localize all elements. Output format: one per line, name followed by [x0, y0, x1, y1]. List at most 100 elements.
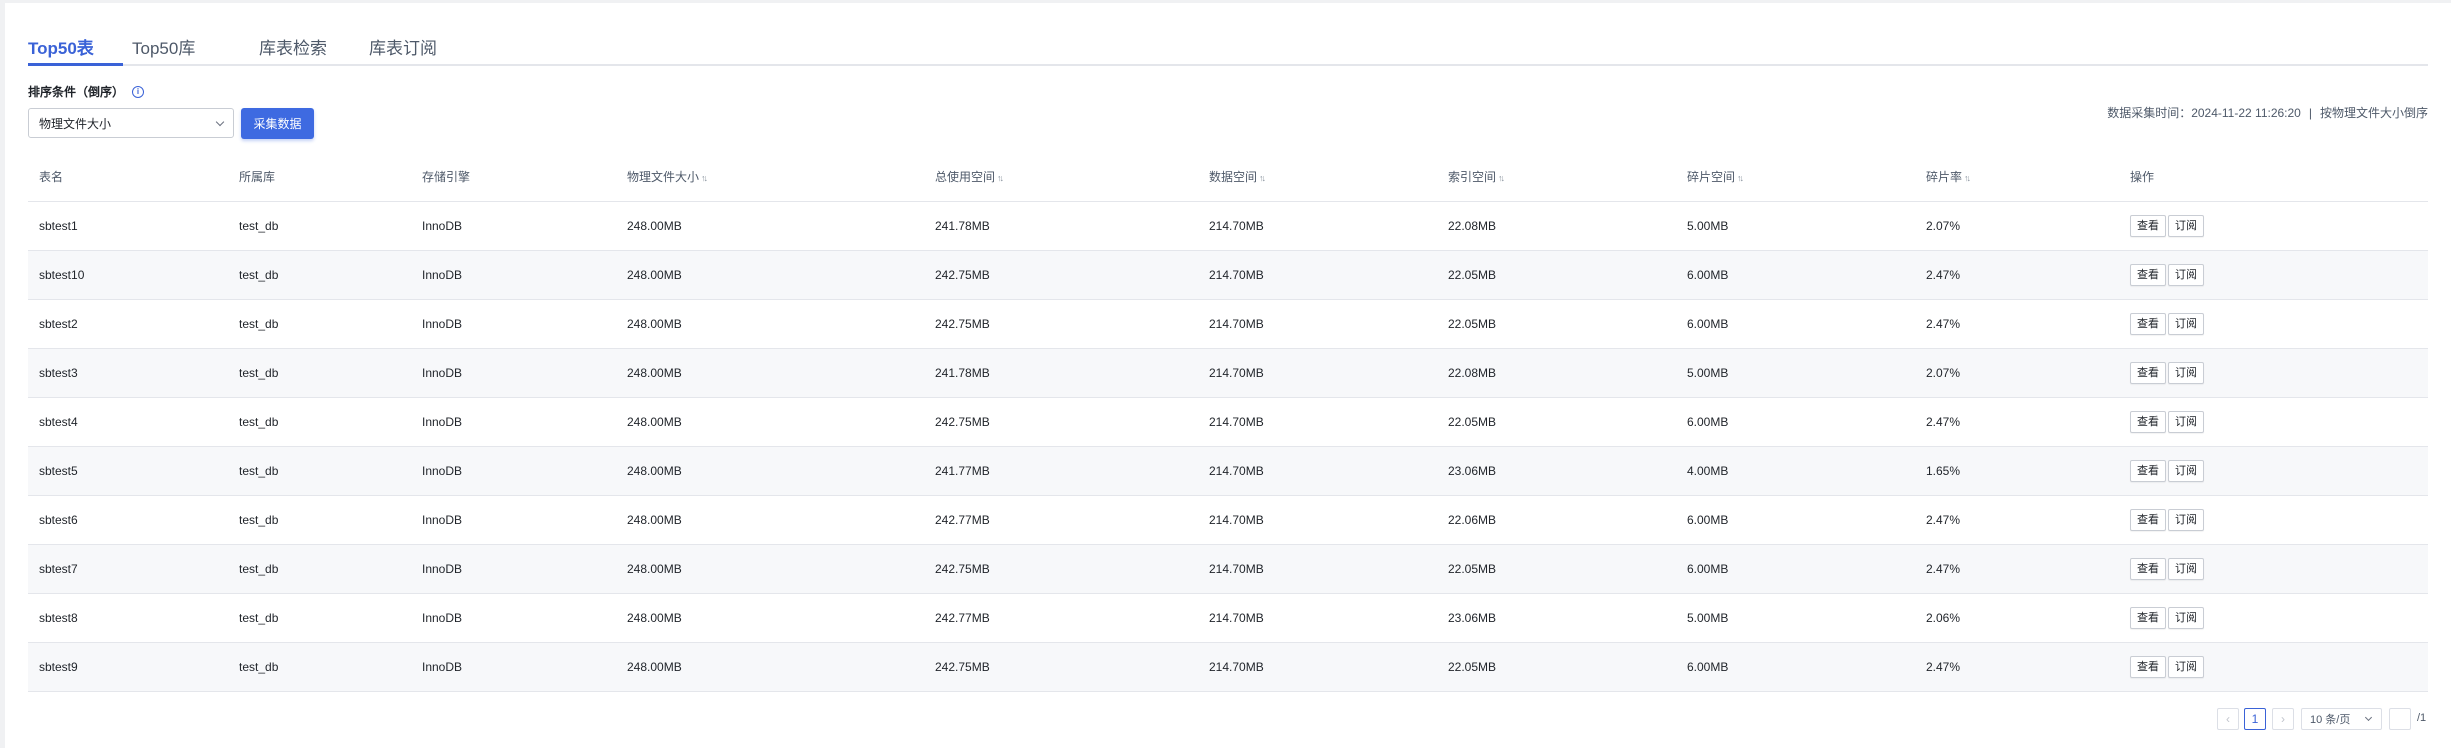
collect-data-button[interactable]: 采集数据 [241, 108, 314, 139]
col-file-size-cell: 248.00MB [616, 544, 924, 594]
view-button[interactable]: 查看 [2130, 459, 2166, 482]
col-total-space-cell: 241.78MB [924, 348, 1198, 398]
col-index-space-header[interactable]: 索引空间 ↑↓ [1437, 152, 1676, 202]
col-index-space-cell: 22.08MB [1437, 348, 1676, 398]
col-total-space-cell: 242.75MB [924, 544, 1198, 594]
col-engine-cell: InnoDB [411, 446, 616, 496]
col-actions-cell: 查看 订阅 [2119, 544, 2428, 594]
col-index-space-cell: 22.06MB [1437, 495, 1676, 545]
next-page-button[interactable]: › [2272, 708, 2294, 730]
col-index-space-cell: 22.05MB [1437, 397, 1676, 447]
tab-table-subscription[interactable]: 库表订阅 [369, 34, 437, 59]
col-engine-cell: InnoDB [411, 642, 616, 692]
page-1-button[interactable]: 1 [2244, 708, 2266, 730]
col-file-size-cell: 248.00MB [616, 593, 924, 643]
col-file-size-cell: 248.00MB [616, 250, 924, 300]
view-button[interactable]: 查看 [2130, 557, 2166, 580]
col-database-cell: test_db [228, 446, 411, 496]
subscribe-button[interactable]: 订阅 [2168, 459, 2204, 482]
col-index-space-cell: 22.08MB [1437, 201, 1676, 251]
sort-icon[interactable]: ↑↓ [1737, 173, 1744, 183]
view-button[interactable]: 查看 [2130, 508, 2166, 531]
page-size-select[interactable]: 10 条/页 [2301, 708, 2382, 730]
tab-bar: Top50表 Top50库 库表检索 库表订阅 [28, 20, 2428, 66]
col-data-space-cell: 214.70MB [1198, 250, 1437, 300]
subscribe-button[interactable]: 订阅 [2168, 263, 2204, 286]
col-actions-cell: 查看 订阅 [2119, 299, 2428, 349]
active-tab-indicator [28, 63, 123, 66]
sort-icon[interactable]: ↑↓ [1259, 173, 1266, 183]
sort-condition-select[interactable]: 物理文件大小 [28, 108, 234, 138]
view-button[interactable]: 查看 [2130, 606, 2166, 629]
col-total-space-cell: 242.77MB [924, 593, 1198, 643]
col-file-size-cell: 248.00MB [616, 299, 924, 349]
total-pages: /1 [2417, 712, 2427, 724]
subscribe-button[interactable]: 订阅 [2168, 606, 2204, 629]
view-button[interactable]: 查看 [2130, 655, 2166, 678]
col-engine-header: 存储引擎 [411, 152, 616, 202]
col-data-space-header[interactable]: 数据空间 ↑↓ [1198, 152, 1437, 202]
col-table-name-cell: sbtest5 [28, 446, 228, 496]
col-table-name-cell: sbtest10 [28, 250, 228, 300]
col-table-name-cell: sbtest6 [28, 495, 228, 545]
col-total-space-cell: 242.77MB [924, 495, 1198, 545]
tab-table-search[interactable]: 库表检索 [259, 34, 327, 59]
col-index-space-cell: 22.05MB [1437, 642, 1676, 692]
col-file-size-cell: 248.00MB [616, 642, 924, 692]
subscribe-button[interactable]: 订阅 [2168, 508, 2204, 531]
col-fragment-rate-cell: 2.47% [1915, 299, 2119, 349]
subscribe-button[interactable]: 订阅 [2168, 557, 2204, 580]
col-actions-cell: 查看 订阅 [2119, 642, 2428, 692]
col-index-space-cell: 22.05MB [1437, 299, 1676, 349]
col-total-space-cell: 242.75MB [924, 397, 1198, 447]
window-left-edge [0, 0, 5, 748]
subscribe-button[interactable]: 订阅 [2168, 410, 2204, 433]
sort-icon[interactable]: ↑↓ [1964, 173, 1971, 183]
col-table-name-cell: sbtest4 [28, 397, 228, 447]
col-database-cell: test_db [228, 544, 411, 594]
col-fragment-space-cell: 6.00MB [1676, 544, 1915, 594]
view-button[interactable]: 查看 [2130, 361, 2166, 384]
table-row: sbtest2 test_db InnoDB 248.00MB 242.75MB 214.… [28, 299, 2428, 349]
col-database-header: 所属库 [228, 152, 411, 202]
col-engine-cell: InnoDB [411, 397, 616, 447]
col-fragment-space-cell: 6.00MB [1676, 250, 1915, 300]
sort-icon[interactable]: ↑↓ [1498, 173, 1505, 183]
column-header-label: 碎片空间 [1687, 169, 1736, 184]
col-index-space-cell: 23.06MB [1437, 593, 1676, 643]
col-fragment-rate-header[interactable]: 碎片率 ↑↓ [1915, 152, 2119, 202]
view-button[interactable]: 查看 [2130, 263, 2166, 286]
sort-icon[interactable]: ↑↓ [701, 173, 708, 183]
column-header-label: 索引空间 [1448, 169, 1497, 184]
col-file-size-header[interactable]: 物理文件大小 ↑↓ [616, 152, 924, 202]
tab-top50-tables[interactable]: Top50表 [28, 34, 94, 59]
table-header-row: 表名 所属库 存储引擎 物理文件大小 ↑↓ 总使用空间 ↑↓ 数据空间 ↑↓ 索引空间 ↑↓ 碎片空间… [28, 152, 2428, 202]
tab-top50-databases[interactable]: Top50库 [132, 34, 195, 59]
col-table-name-cell: sbtest1 [28, 201, 228, 251]
col-table-name-cell: sbtest7 [28, 544, 228, 594]
col-fragment-space-cell: 6.00MB [1676, 397, 1915, 447]
col-total-space-header[interactable]: 总使用空间 ↑↓ [924, 152, 1198, 202]
page-jump-input[interactable] [2389, 708, 2411, 730]
view-button[interactable]: 查看 [2130, 410, 2166, 433]
prev-page-button[interactable]: ‹ [2217, 708, 2239, 730]
col-fragment-rate-cell: 2.07% [1915, 348, 2119, 398]
col-total-space-cell: 241.77MB [924, 446, 1198, 496]
sort-condition-text: 排序条件（倒序） [28, 85, 125, 99]
col-fragment-rate-cell: 1.65% [1915, 446, 2119, 496]
subscribe-button[interactable]: 订阅 [2168, 655, 2204, 678]
view-button[interactable]: 查看 [2130, 312, 2166, 335]
table-row: sbtest4 test_db InnoDB 248.00MB 242.75MB 214.… [28, 397, 2428, 447]
view-button[interactable]: 查看 [2130, 214, 2166, 237]
subscribe-button[interactable]: 订阅 [2168, 312, 2204, 335]
table-row: sbtest1 test_db InnoDB 248.00MB 241.78MB 214.… [28, 201, 2428, 251]
table-row: sbtest5 test_db InnoDB 248.00MB 241.77MB 214.… [28, 446, 2428, 496]
col-actions-cell: 查看 订阅 [2119, 250, 2428, 300]
subscribe-button[interactable]: 订阅 [2168, 214, 2204, 237]
col-fragment-rate-cell: 2.47% [1915, 544, 2119, 594]
subscribe-button[interactable]: 订阅 [2168, 361, 2204, 384]
info-circle-icon[interactable]: i [132, 85, 145, 98]
col-fragment-space-header[interactable]: 碎片空间 ↑↓ [1676, 152, 1915, 202]
sort-icon[interactable]: ↑↓ [997, 173, 1004, 183]
col-actions-cell: 查看 订阅 [2119, 397, 2428, 447]
